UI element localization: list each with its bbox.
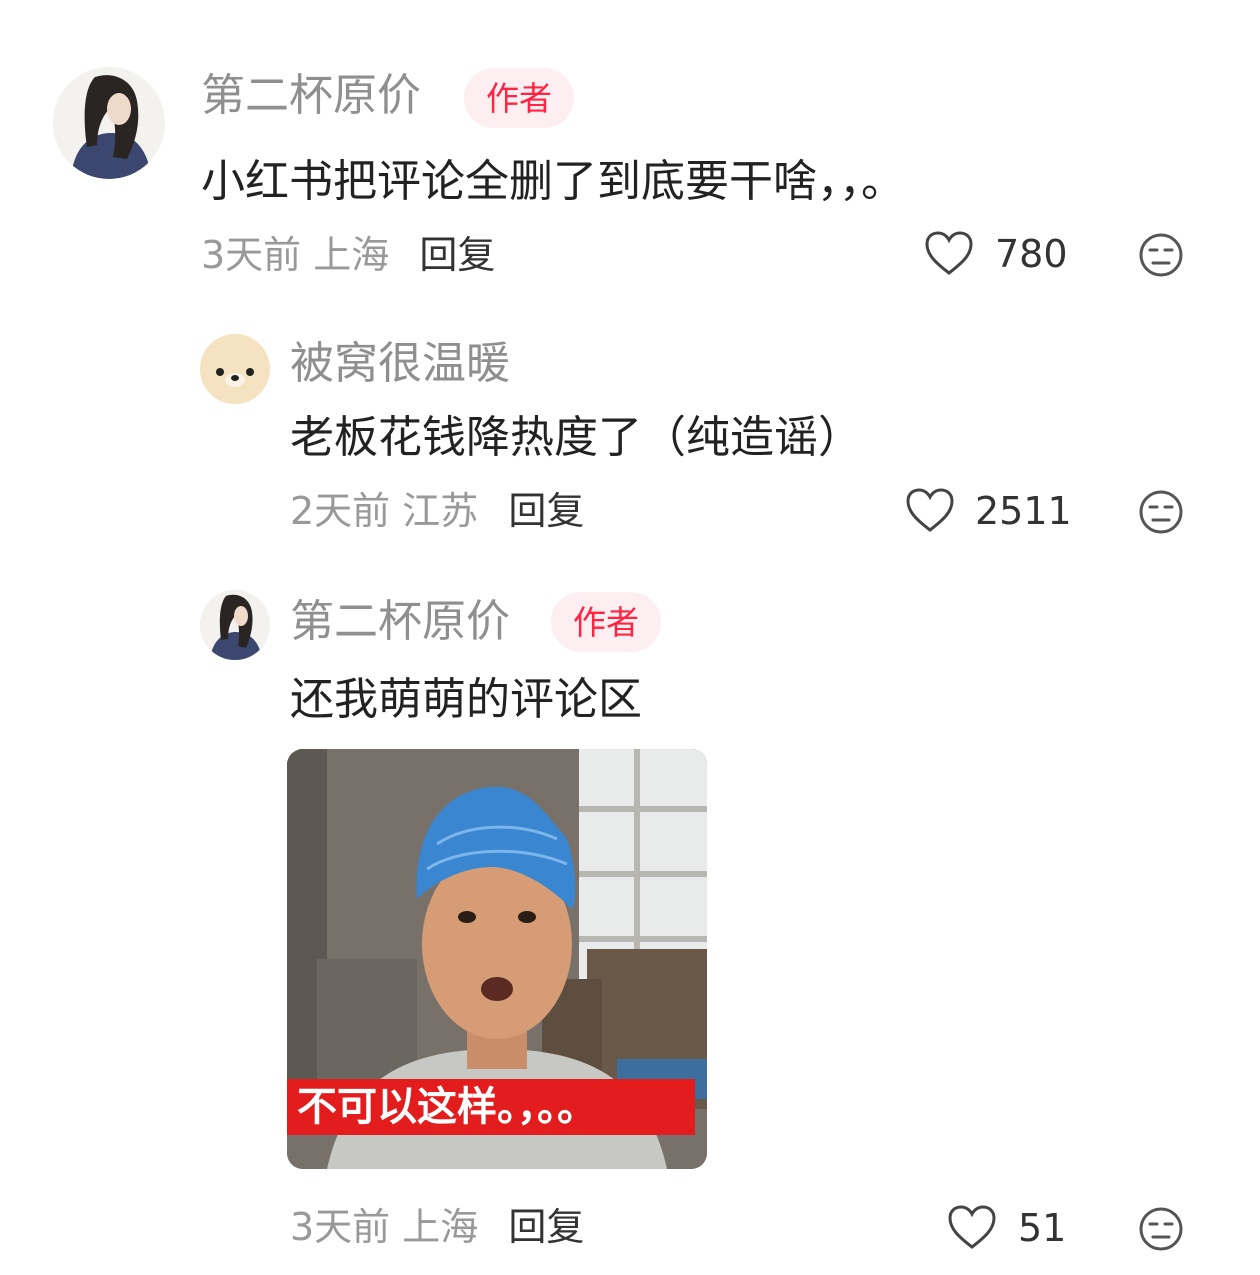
comment-text[interactable]: 小红书把评论全删了到底要干啥，，。: [201, 160, 905, 204]
comment-author-name[interactable]: 第二杯原价: [201, 74, 421, 118]
comment-meta: 2天前 江苏 回复: [290, 492, 584, 530]
heart-outline-icon[interactable]: [905, 487, 955, 533]
comment-text[interactable]: 老板花钱降热度了（纯造谣）: [290, 416, 862, 460]
comment-meta: 3天前 上海 回复: [201, 236, 495, 274]
author-avatar[interactable]: [53, 67, 165, 179]
neutral-face-icon[interactable]: [1138, 1206, 1184, 1252]
comment-time: 2天前: [290, 489, 391, 533]
comment-location: 上海: [313, 233, 390, 277]
neutral-face-icon[interactable]: [1138, 489, 1184, 535]
comment-image[interactable]: 不可以这样。，。。: [287, 749, 707, 1169]
like-count: 780: [995, 232, 1068, 276]
author-avatar[interactable]: [200, 590, 270, 660]
comment-time: 3天前: [201, 233, 302, 277]
comment-meta: 3天前 上海 回复: [290, 1208, 584, 1246]
like-count: 51: [1018, 1206, 1067, 1250]
author-avatar[interactable]: [200, 334, 270, 404]
neutral-face-icon[interactable]: [1138, 232, 1184, 278]
image-caption: 不可以这样。，。。: [287, 1079, 695, 1135]
comment-location: 江苏: [402, 489, 479, 533]
heart-outline-icon[interactable]: [947, 1204, 997, 1250]
like-count: 2511: [975, 489, 1072, 533]
heart-outline-icon[interactable]: [924, 230, 974, 276]
reply-button[interactable]: 回复: [508, 489, 584, 533]
comment-text[interactable]: 还我萌萌的评论区: [290, 678, 642, 722]
reply-button[interactable]: 回复: [419, 233, 495, 277]
reply-button[interactable]: 回复: [508, 1205, 584, 1249]
comment-author-name[interactable]: 被窝很温暖: [290, 342, 510, 386]
comment-location: 上海: [402, 1205, 479, 1249]
comment-time: 3天前: [290, 1205, 391, 1249]
author-badge: 作者: [464, 68, 574, 128]
comment-author-name[interactable]: 第二杯原价: [290, 600, 510, 644]
author-badge: 作者: [551, 592, 661, 652]
